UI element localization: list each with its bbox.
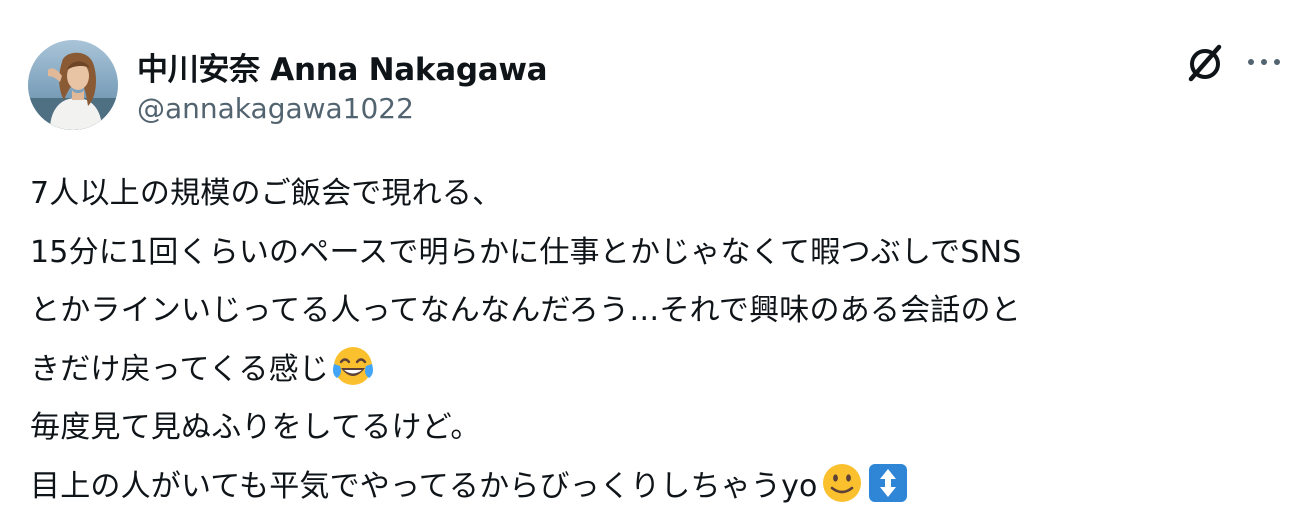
up-down-arrow-emoji [866,461,910,526]
tweet-text: 7人以上の規模のご飯会で現れる、 15分に1回くらいのペースで明らかに仕事とかじ… [30,165,1280,516]
display-name[interactable]: 中川安奈 Anna Nakagawa [137,44,548,89]
tweet-line: 7人以上の規模のご飯会で現れる、 [30,176,503,211]
grok-icon[interactable] [1184,42,1226,84]
tweet-line: 毎度見て見ぬふりをしてるけど。 [30,410,481,445]
tweet-line-text: きだけ戻ってくる感じ [30,351,329,387]
handle[interactable]: @annakagawa1022 [137,92,414,125]
slightly-smiling-face-emoji [820,461,864,526]
tweet-line-with-emoji: きだけ戻ってくる感じ [30,341,1280,400]
more-options-icon[interactable] [1246,50,1282,74]
tweet-card: 中川安奈 Anna Nakagawa @annakagawa1022 7人以上の… [0,0,1300,530]
tweet-line: 15分に1回くらいのペースで明らかに仕事とかじゃなくて暇つぶしでSNS [30,234,1022,270]
tweet-line: とかラインいじってる人ってなんなんだろう…それで興味のある会話のと [30,293,1021,328]
tweet-line-text: 目上の人がいても平気でやってるからびっくりしちゃうyo [30,468,818,504]
tweet-line-with-emoji: 目上の人がいても平気でやってるからびっくりしちゃうyo [30,458,1280,517]
avatar[interactable] [28,40,118,130]
